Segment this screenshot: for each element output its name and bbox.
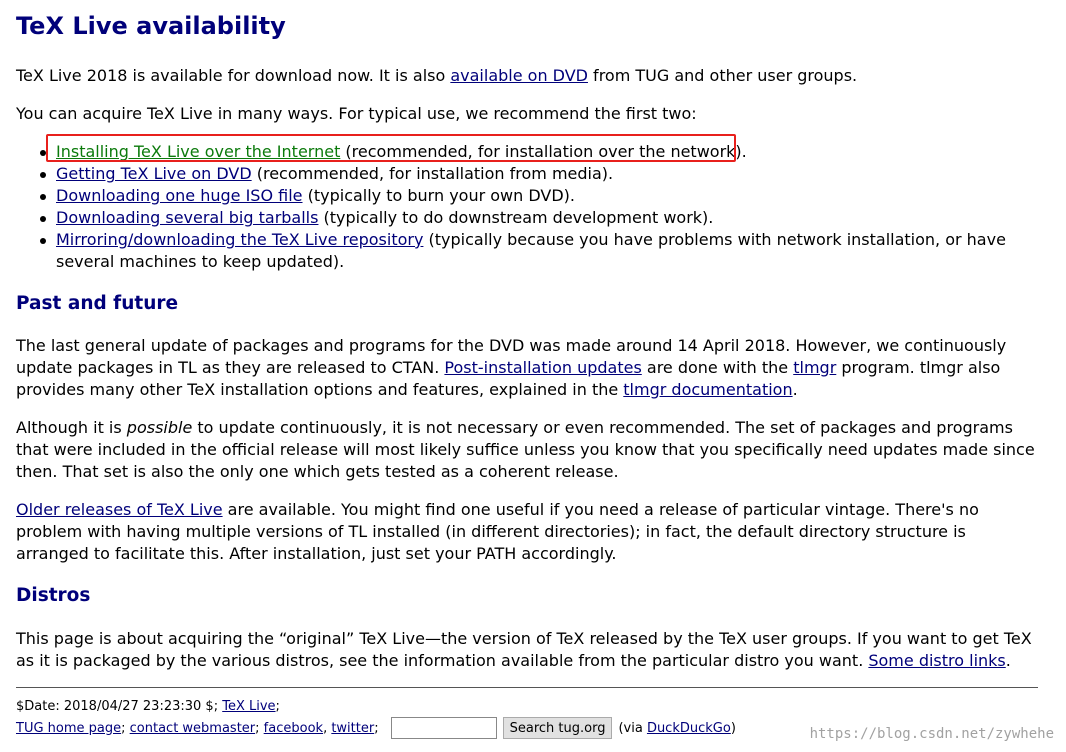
tarballs-link[interactable]: Downloading several big tarballs bbox=[56, 208, 318, 227]
bullet-icon bbox=[40, 172, 46, 178]
mirroring-repository-link[interactable]: Mirroring/downloading the TeX Live repos… bbox=[56, 230, 423, 249]
footer-divider bbox=[16, 687, 1038, 688]
past-future-paragraph-3: Older releases of TeX Live are available… bbox=[16, 499, 1041, 565]
list-item: Downloading several big tarballs (typica… bbox=[16, 207, 1041, 229]
bullet-icon bbox=[40, 194, 46, 200]
search-input[interactable] bbox=[390, 717, 497, 739]
list-item: Downloading one huge ISO file (typically… bbox=[16, 185, 1041, 207]
intro-text-end: from TUG and other user groups. bbox=[587, 66, 858, 85]
separator: , bbox=[323, 720, 332, 736]
list-item-desc: (typically to do downstream development … bbox=[318, 208, 714, 227]
emphasis-text: possible bbox=[126, 418, 193, 437]
list-item-desc: (recommended, for installation from medi… bbox=[251, 164, 614, 183]
search-button[interactable]: Search tug.org bbox=[502, 717, 613, 739]
available-on-dvd-link[interactable]: available on DVD bbox=[450, 66, 588, 85]
distros-heading: Distros bbox=[16, 585, 91, 606]
post-installation-updates-link[interactable]: Post-installation updates bbox=[444, 358, 641, 377]
facebook-link[interactable]: facebook bbox=[264, 721, 323, 736]
page-title: TeX Live availability bbox=[16, 12, 286, 40]
separator: ; bbox=[121, 720, 130, 736]
tlmgr-documentation-link[interactable]: tlmgr documentation bbox=[623, 380, 792, 399]
list-item-desc: (typically to burn your own DVD). bbox=[302, 186, 575, 205]
paragraph-text: Although it is bbox=[16, 418, 127, 437]
tug-home-link[interactable]: TUG home page bbox=[16, 721, 121, 736]
footer-texlive-link[interactable]: TeX Live bbox=[222, 699, 275, 714]
list-item: Getting TeX Live on DVD (recommended, fo… bbox=[16, 163, 1041, 185]
paragraph-text: . bbox=[1005, 651, 1011, 670]
paragraph-text: are done with the bbox=[641, 358, 794, 377]
bullet-icon bbox=[40, 238, 46, 244]
past-future-paragraph-2: Although it is possible to update contin… bbox=[16, 417, 1041, 483]
separator: ; bbox=[255, 720, 264, 736]
distros-paragraph: This page is about acquiring the “origin… bbox=[16, 628, 1041, 672]
intro-paragraph: TeX Live 2018 is available for download … bbox=[16, 65, 1041, 87]
twitter-link[interactable]: twitter bbox=[331, 721, 374, 736]
past-future-heading: Past and future bbox=[16, 293, 179, 314]
contact-webmaster-link[interactable]: contact webmaster bbox=[130, 721, 256, 736]
iso-file-link[interactable]: Downloading one huge ISO file bbox=[56, 186, 303, 205]
separator: ; bbox=[275, 699, 280, 714]
acquire-paragraph: You can acquire TeX Live in many ways. F… bbox=[16, 104, 697, 123]
past-future-paragraph-1: The last general update of packages and … bbox=[16, 335, 1041, 401]
date-text: $Date: 2018/04/27 23:23:30 $; bbox=[16, 699, 223, 714]
separator: ; bbox=[374, 720, 379, 736]
paragraph-text: . bbox=[792, 380, 798, 399]
texlive-on-dvd-link[interactable]: Getting TeX Live on DVD bbox=[56, 164, 252, 183]
red-highlight-box bbox=[46, 134, 736, 162]
footer-date-line: $Date: 2018/04/27 23:23:30 $; TeX Live; bbox=[16, 698, 280, 716]
tlmgr-link[interactable]: tlmgr bbox=[793, 358, 836, 377]
duckduckgo-link[interactable]: DuckDuckGo bbox=[647, 721, 731, 736]
watermark: https://blog.csdn.net/zywhehe bbox=[809, 726, 1054, 742]
older-releases-link[interactable]: Older releases of TeX Live bbox=[16, 500, 223, 519]
intro-text: TeX Live 2018 is available for download … bbox=[16, 66, 451, 85]
via-text: (via bbox=[618, 720, 647, 736]
footer-links-search: TUG home page; contact webmaster; facebo… bbox=[16, 716, 736, 740]
via-end: ) bbox=[730, 720, 736, 736]
list-item: Mirroring/downloading the TeX Live repos… bbox=[16, 229, 1041, 273]
bullet-icon bbox=[40, 216, 46, 222]
distro-links-link[interactable]: Some distro links bbox=[868, 651, 1005, 670]
